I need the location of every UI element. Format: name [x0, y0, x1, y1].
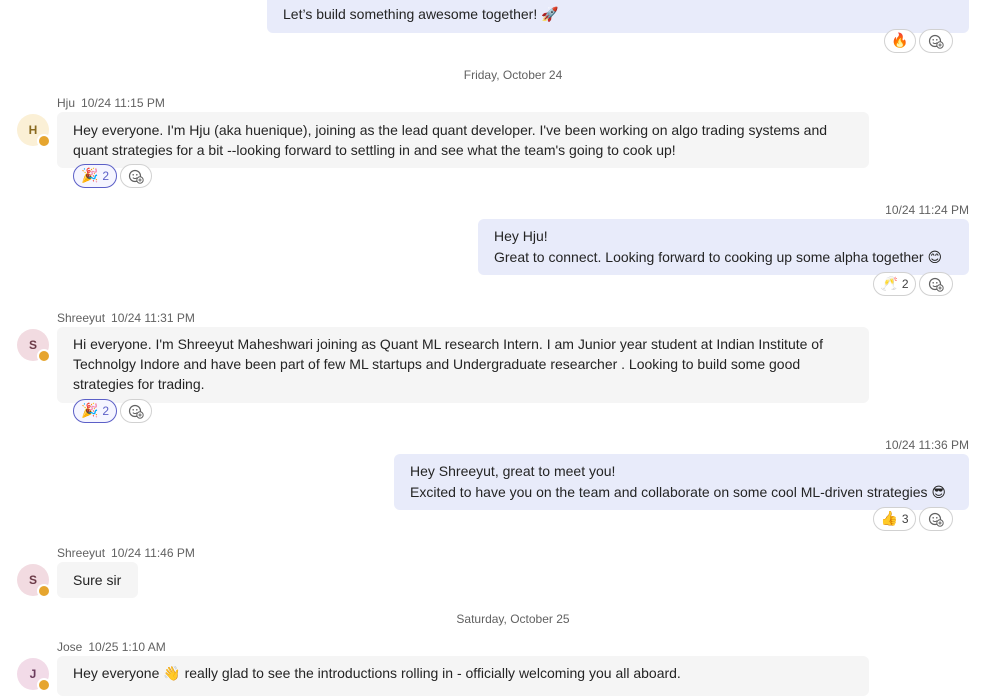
clinking-glasses-emoji-icon: 🥂 — [880, 276, 898, 292]
add-reaction-icon — [128, 404, 144, 419]
message-text: strategies for trading. — [73, 376, 205, 392]
avatar[interactable]: S — [17, 564, 51, 598]
message-text: Let’s build something awesome together! … — [283, 6, 559, 22]
away-status-icon — [37, 134, 51, 148]
avatar-initial: S — [28, 573, 37, 587]
own-message-bubble[interactable]: Let’s build something awesome together! … — [267, 0, 969, 33]
avatar-initial: H — [28, 123, 38, 137]
message-text: Great to connect. Looking forward to coo… — [494, 249, 943, 265]
message-timestamp: 10/24 11:46 PM — [111, 546, 195, 560]
message-timestamp: 10/24 11:24 PM — [885, 203, 969, 217]
message-text: Excited to have you on the team and coll… — [410, 484, 946, 500]
fire-emoji-icon: 🔥 — [891, 33, 909, 49]
author-name[interactable]: Jose — [57, 640, 82, 654]
reaction-pill[interactable]: 👍 3 — [873, 507, 916, 531]
date-separator: Friday, October 24 — [463, 68, 563, 82]
reaction-count: 2 — [901, 277, 909, 291]
author-name[interactable]: Shreeyut — [57, 311, 105, 325]
add-reaction-button[interactable] — [120, 399, 152, 423]
message-timestamp: 10/25 1:10 AM — [88, 640, 166, 654]
add-reaction-button[interactable] — [919, 507, 953, 531]
message-text: Hi everyone. I'm Shreeyut Maheshwari joi… — [73, 336, 823, 352]
message-text: Technolgy Indore and have been part of f… — [73, 356, 801, 372]
party-popper-emoji-icon: 🎉 — [80, 168, 99, 184]
avatar[interactable]: J — [17, 658, 51, 692]
message-bubble[interactable]: Hi everyone. I'm Shreeyut Maheshwari joi… — [57, 327, 869, 403]
avatar-initial: S — [28, 338, 37, 352]
add-reaction-button[interactable] — [919, 29, 953, 53]
reaction-pill[interactable]: 🔥 — [884, 29, 916, 53]
away-status-icon — [37, 584, 51, 598]
message-header: Hju 10/24 11:15 PM — [57, 96, 165, 110]
message-bubble[interactable]: Hey everyone. I'm Hju (aka huenique), jo… — [57, 112, 869, 168]
avatar-initial: J — [29, 667, 37, 681]
reaction-count: 3 — [901, 512, 909, 526]
message-header: Jose 10/25 1:10 AM — [57, 640, 166, 654]
date-separator: Saturday, October 25 — [456, 612, 570, 626]
reaction-pill[interactable]: 🎉 2 — [73, 399, 117, 423]
away-status-icon — [37, 349, 51, 363]
add-reaction-icon — [928, 512, 944, 527]
message-timestamp: 10/24 11:15 PM — [81, 96, 165, 110]
message-text: Hey everyone. I'm Hju (aka huenique), jo… — [73, 122, 828, 138]
reaction-count: 2 — [102, 404, 110, 418]
add-reaction-icon — [928, 277, 944, 292]
message-text: Hey Hju! — [494, 228, 548, 244]
avatar[interactable]: H — [17, 114, 51, 148]
author-name[interactable]: Hju — [57, 96, 75, 110]
avatar[interactable]: S — [17, 329, 51, 363]
message-text: Sure sir — [73, 572, 122, 588]
message-bubble[interactable]: Sure sir — [57, 562, 138, 598]
own-message-bubble[interactable]: Hey Shreeyut, great to meet you! Excited… — [394, 454, 969, 510]
reaction-pill[interactable]: 🥂 2 — [873, 272, 916, 296]
message-header: Shreeyut 10/24 11:46 PM — [57, 546, 195, 560]
message-text: quant strategies for a bit --looking for… — [73, 142, 676, 158]
message-timestamp: 10/24 11:31 PM — [111, 311, 195, 325]
message-timestamp: 10/24 11:36 PM — [885, 438, 969, 452]
add-reaction-button[interactable] — [120, 164, 152, 188]
party-popper-emoji-icon: 🎉 — [80, 403, 99, 419]
reaction-count: 2 — [102, 169, 110, 183]
message-text: Hey everyone 👋 really glad to see the in… — [73, 665, 681, 681]
message-bubble[interactable]: Hey everyone 👋 really glad to see the in… — [57, 656, 869, 696]
own-message-bubble[interactable]: Hey Hju! Great to connect. Looking forwa… — [478, 219, 969, 275]
thumbs-up-emoji-icon: 👍 — [880, 511, 898, 527]
author-name[interactable]: Shreeyut — [57, 546, 105, 560]
message-header: Shreeyut 10/24 11:31 PM — [57, 311, 195, 325]
add-reaction-icon — [128, 169, 144, 184]
message-text: Hey Shreeyut, great to meet you! — [410, 463, 616, 479]
reaction-pill[interactable]: 🎉 2 — [73, 164, 117, 188]
away-status-icon — [37, 678, 51, 692]
add-reaction-button[interactable] — [919, 272, 953, 296]
add-reaction-icon — [928, 34, 944, 49]
